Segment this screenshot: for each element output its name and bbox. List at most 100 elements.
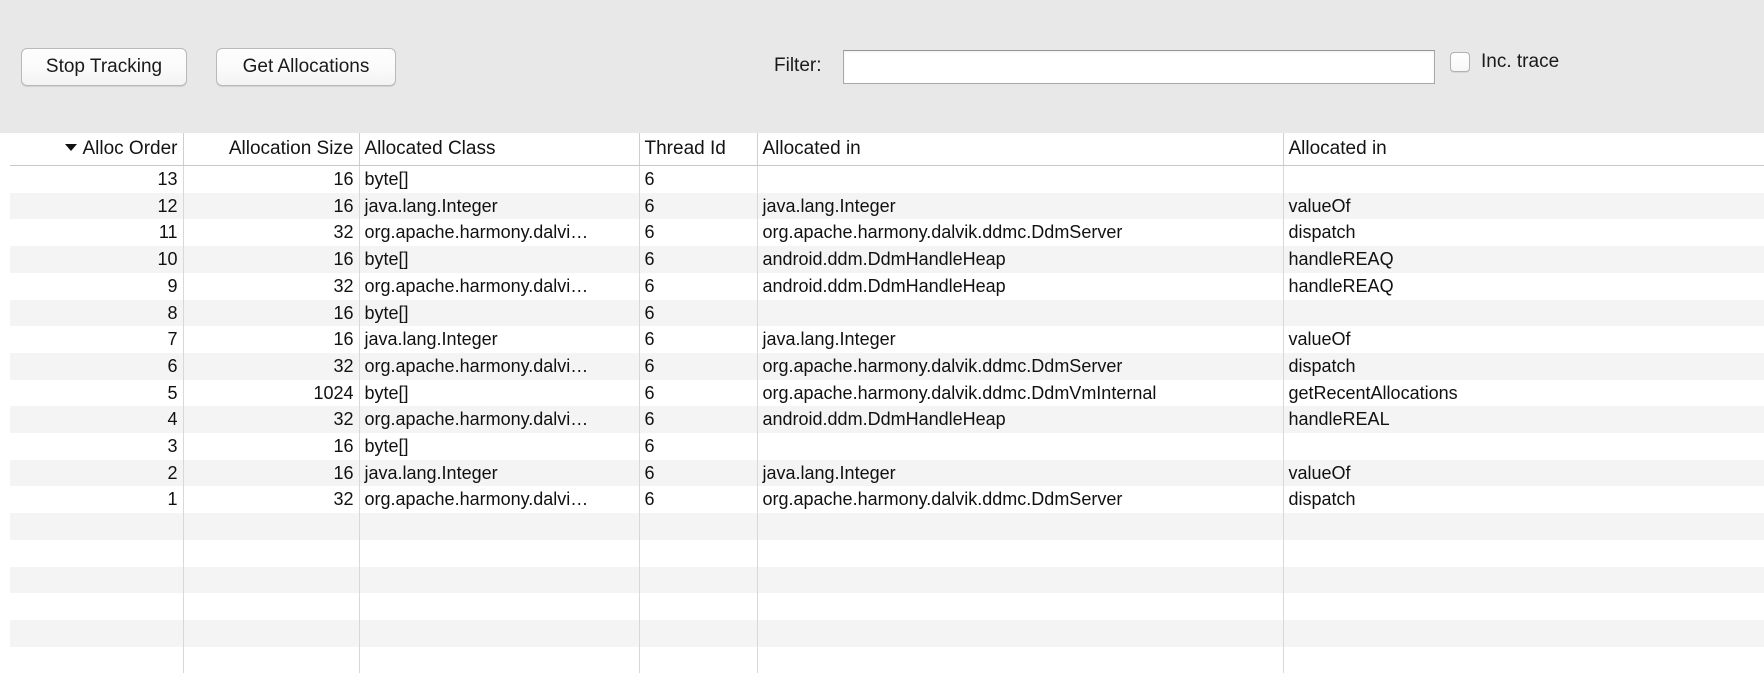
cell-thread-id — [639, 513, 758, 540]
allocations-table-container[interactable]: Alloc Order Allocation Size Allocated Cl… — [10, 133, 1764, 698]
cell-allocated-class: java.lang.Integer — [359, 326, 640, 353]
cell-allocated-in-method: handleREAQ — [1288, 249, 1394, 270]
cell-thread-id: 6 — [639, 219, 758, 247]
cell-allocation-size — [183, 513, 360, 540]
cell-allocated-class — [359, 513, 640, 540]
cell-alloc-order: 13 — [10, 165, 184, 193]
cell-allocated-in-method — [1283, 620, 1764, 647]
column-header-label: Allocation Size — [228, 138, 354, 159]
cell-allocation-size: 1024 — [183, 379, 360, 407]
table-row[interactable]: 10 16 byte[] 6 android.ddm.DdmHandleHeap hand… — [10, 246, 1764, 273]
cell-allocation-size: 16 — [183, 246, 360, 273]
filter-label: Filter: — [774, 55, 822, 76]
column-header-allocation-size[interactable]: Allocation Size — [183, 133, 360, 166]
column-header-allocated-in-class[interactable]: Allocated in — [757, 133, 1284, 166]
cell-allocated-class: java.lang.Integer — [359, 192, 640, 220]
table-row[interactable] — [10, 566, 1764, 594]
table-row[interactable]: 1 32 org.apache.harmony.dalvi… 6 org.apache.… — [10, 486, 1764, 514]
cell-alloc-order: 4 — [10, 406, 184, 434]
column-header-alloc-order[interactable]: Alloc Order — [10, 133, 184, 166]
toolbar: Stop Tracking Get Allocations Filter: In… — [0, 0, 1764, 133]
cell-allocated-in-class: android.ddm.DdmHandleHeap — [757, 406, 1284, 434]
table-row[interactable] — [10, 513, 1764, 540]
cell-allocated-in-class — [757, 299, 1284, 327]
cell-allocated-in-method: dispatch — [1288, 222, 1356, 243]
cell-allocated-in-class — [757, 539, 1284, 567]
cell-allocated-in-class: java.lang.Integer — [757, 192, 1284, 220]
column-header-label: Allocated in — [1288, 138, 1387, 159]
cell-alloc-order: 1 — [10, 486, 184, 514]
table-row[interactable]: 3 16 byte[] 6 — [10, 433, 1764, 460]
cell-allocated-in-class: org.apache.harmony.dalvik.ddmc.DdmVmInte… — [757, 379, 1284, 407]
table-row[interactable]: 13 16 byte[] 6 — [10, 165, 1764, 193]
table-row[interactable] — [10, 619, 1764, 647]
cell-thread-id: 6 — [639, 352, 758, 380]
table-row[interactable]: 7 16 java.lang.Integer 6 java.lang.Integer va… — [10, 326, 1764, 353]
cell-allocation-size — [183, 646, 360, 674]
cell-allocation-size: 32 — [183, 219, 360, 247]
cell-allocated-in-method — [1283, 540, 1764, 567]
cell-allocated-class — [359, 619, 640, 647]
table-row[interactable]: 11 32 org.apache.harmony.dalvi… 6 org.apache… — [10, 219, 1764, 247]
column-header-allocated-in-method[interactable]: Allocated in — [1283, 133, 1764, 166]
cell-thread-id: 6 — [639, 379, 758, 407]
cell-allocated-in-method: getRecentAllocations — [1288, 382, 1458, 403]
cell-allocated-in-class: org.apache.harmony.dalvik.ddmc.DdmServer — [757, 486, 1284, 514]
cell-thread-id: 6 — [639, 272, 758, 300]
get-allocations-button[interactable]: Get Allocations — [216, 48, 396, 86]
cell-allocation-size: 32 — [183, 352, 360, 380]
cell-allocation-size: 16 — [183, 326, 360, 353]
cell-thread-id: 6 — [639, 459, 758, 487]
column-header-label: Alloc Order — [82, 138, 178, 159]
sort-descending-icon — [65, 144, 78, 152]
cell-allocated-in-class — [757, 593, 1284, 620]
cell-thread-id — [639, 539, 758, 567]
cell-allocated-in-class: java.lang.Integer — [757, 326, 1284, 353]
table-row[interactable] — [10, 539, 1764, 567]
table-row[interactable]: 2 16 java.lang.Integer 6 java.lang.Integer va… — [10, 459, 1764, 487]
table-row[interactable]: 5 1024 byte[] 6 org.apache.harmony.dalvik.dd… — [10, 379, 1764, 407]
cell-thread-id — [639, 619, 758, 647]
cell-alloc-order — [10, 566, 184, 594]
cell-thread-id — [639, 646, 758, 674]
column-header-allocated-class[interactable]: Allocated Class — [359, 133, 640, 166]
table-row[interactable]: 6 32 org.apache.harmony.dalvi… 6 org.apache.… — [10, 352, 1764, 380]
table-header: Alloc Order Allocation Size Allocated Cl… — [10, 133, 1764, 166]
cell-thread-id: 6 — [639, 486, 758, 514]
allocation-tracker-panel: Stop Tracking Get Allocations Filter: In… — [0, 0, 1764, 698]
cell-allocated-in-method: handleREAL — [1288, 409, 1390, 430]
cell-allocation-size: 32 — [183, 406, 360, 434]
cell-thread-id — [639, 566, 758, 594]
table-row[interactable]: 4 32 org.apache.harmony.dalvi… 6 android.ddm… — [10, 406, 1764, 434]
cell-allocation-size — [183, 619, 360, 647]
cell-allocated-class: org.apache.harmony.dalvi… — [359, 352, 640, 380]
cell-thread-id: 6 — [639, 165, 758, 193]
inc-trace-checkbox[interactable]: Inc. trace — [1450, 51, 1559, 73]
column-header-thread-id[interactable]: Thread Id — [639, 133, 758, 166]
table-row[interactable]: 9 32 org.apache.harmony.dalvi… 6 android.ddm… — [10, 272, 1764, 300]
cell-allocated-class — [359, 566, 640, 594]
cell-alloc-order: 2 — [10, 459, 184, 487]
table-row[interactable] — [10, 646, 1764, 674]
cell-alloc-order — [10, 619, 184, 647]
cell-alloc-order — [10, 539, 184, 567]
cell-allocated-class: org.apache.harmony.dalvi… — [359, 406, 640, 434]
cell-allocated-class — [359, 646, 640, 674]
table-row[interactable]: 8 16 byte[] 6 — [10, 299, 1764, 327]
cell-allocated-class: byte[] — [359, 165, 640, 193]
cell-alloc-order: 7 — [10, 326, 184, 353]
cell-allocated-class: java.lang.Integer — [359, 459, 640, 487]
stop-tracking-button[interactable]: Stop Tracking — [21, 48, 187, 86]
cell-allocation-size — [183, 593, 360, 620]
cell-allocated-in-method — [1283, 513, 1764, 540]
cell-allocated-class: byte[] — [359, 299, 640, 327]
allocations-table: Alloc Order Allocation Size Allocated Cl… — [10, 133, 1764, 674]
cell-allocated-class — [359, 539, 640, 567]
cell-alloc-order — [10, 646, 184, 674]
cell-allocation-size: 16 — [183, 299, 360, 327]
table-row[interactable]: 12 16 java.lang.Integer 6 java.lang.Integer v… — [10, 192, 1764, 220]
table-row[interactable] — [10, 593, 1764, 620]
cell-allocated-in-class — [757, 646, 1284, 674]
checkbox-box-icon[interactable] — [1450, 52, 1470, 72]
filter-input[interactable] — [843, 50, 1435, 84]
